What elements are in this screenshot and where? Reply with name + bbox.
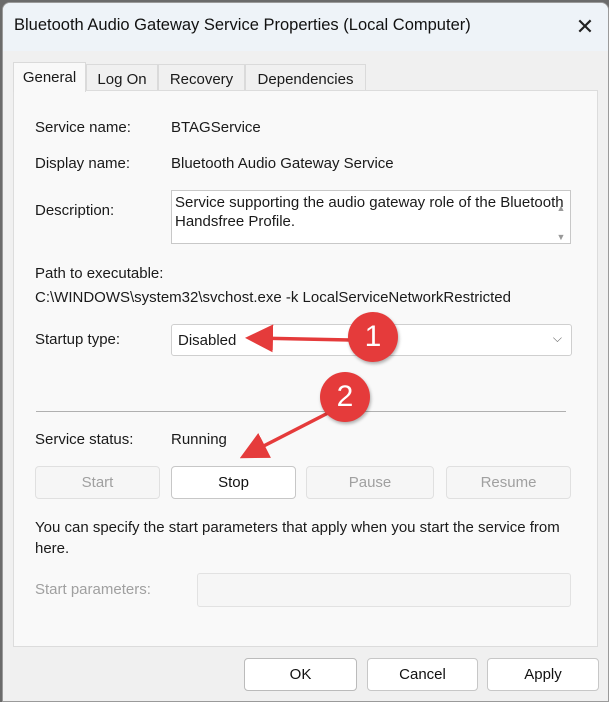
tab-general[interactable]: General: [13, 62, 86, 92]
annotation-badge-2: 2: [320, 372, 370, 422]
annotation-badge-1: 1: [348, 312, 398, 362]
arrow-1: [245, 324, 351, 353]
annotation-arrows: [239, 324, 351, 459]
arrow-2: [239, 410, 331, 459]
